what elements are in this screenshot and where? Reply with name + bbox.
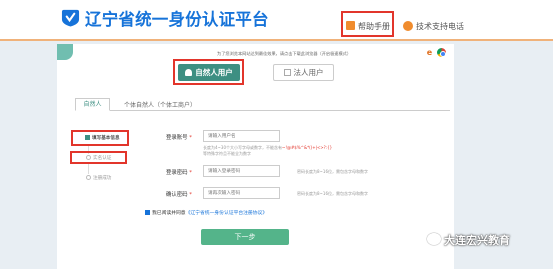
account-label-text: 登录账号 — [166, 135, 188, 141]
password-label: 登录密码 * — [166, 168, 192, 176]
building-icon — [283, 69, 291, 76]
logo-icon — [61, 9, 80, 27]
next-step-button[interactable]: 下一步 — [201, 229, 289, 245]
help-label: 帮助手册 — [358, 22, 390, 31]
step-success: 注册成功 — [86, 175, 111, 181]
confirm-label-text: 确认密码 — [166, 192, 188, 198]
step-label: 实名认证 — [93, 156, 112, 161]
watermark: 大连宏兴教育 — [427, 232, 510, 248]
tab-individual-business[interactable]: 个体自然人（个体工商户） — [124, 100, 196, 109]
support-label: 技术支持电话 — [416, 22, 464, 31]
corner-decoration — [57, 44, 73, 60]
step-verify: 实名认证 — [86, 155, 111, 161]
required-mark: * — [189, 135, 192, 141]
legal-user-label: 法人用户 — [293, 68, 324, 77]
account-hint-text: 长度为4~30个大小写字母或数字，不能含有 — [203, 145, 282, 150]
step-circle-icon — [86, 175, 91, 180]
user-icon — [185, 69, 193, 76]
header: 辽宁省统一身份认证平台 — [0, 0, 553, 40]
confirm-hint: 密码长度为8~16位，需包含字母和数字 — [297, 191, 368, 196]
password-hint: 密码长度为8~16位，需包含字母和数字 — [297, 169, 368, 174]
watermark-text: 大连宏兴教育 — [444, 234, 510, 247]
step-active-icon — [85, 135, 90, 140]
legal-user-button[interactable]: 法人用户 — [273, 64, 334, 81]
account-hint-chars: ~!@#$%^&*()+|<>?:{} — [282, 145, 333, 150]
agreement-link[interactable]: 《辽宁省统一身份认证平台注册协议》 — [186, 211, 268, 216]
step-fill-info: 填写基本信息 — [85, 135, 120, 141]
step-label: 注册成功 — [93, 176, 112, 181]
required-mark: * — [189, 192, 192, 198]
password-input[interactable] — [203, 165, 280, 177]
account-input[interactable] — [203, 130, 280, 142]
wechat-icon — [427, 233, 441, 245]
natural-user-label: 自然人用户 — [195, 68, 233, 77]
browser-tip: 为了您浏览本网站达到最佳效果，请点击下载此浏览器（开启极速模式） — [217, 51, 352, 56]
step-label: 填写基本信息 — [92, 136, 120, 141]
agreement-prefix: 我已阅读并同意 — [152, 211, 186, 216]
ie-browser-icon[interactable]: e — [425, 48, 434, 57]
natural-user-button[interactable]: 自然人用户 — [178, 64, 240, 81]
account-hint-2: 等特殊字符且不能全为数字 — [203, 151, 251, 156]
site-title: 辽宁省统一身份认证平台 — [85, 10, 269, 29]
chrome-browser-icon[interactable] — [437, 48, 446, 57]
phone-icon — [403, 21, 413, 31]
tab-natural-person[interactable]: 自然人 — [75, 98, 110, 111]
book-icon — [346, 21, 355, 30]
tab-divider — [76, 110, 450, 111]
help-manual-button[interactable]: 帮助手册 — [346, 21, 390, 32]
agreement-row: 我已阅读并同意《辽宁省统一身份认证平台注册协议》 — [145, 209, 267, 216]
confirm-password-input[interactable] — [203, 187, 280, 199]
required-mark: * — [189, 170, 192, 176]
confirm-label: 确认密码 * — [166, 190, 192, 198]
account-label: 登录账号 * — [166, 133, 192, 141]
step-connector — [88, 163, 89, 174]
agreement-checkbox[interactable] — [145, 210, 150, 215]
password-label-text: 登录密码 — [166, 170, 188, 176]
step-circle-icon — [86, 155, 91, 160]
tech-support-button[interactable]: 技术支持电话 — [403, 21, 464, 32]
